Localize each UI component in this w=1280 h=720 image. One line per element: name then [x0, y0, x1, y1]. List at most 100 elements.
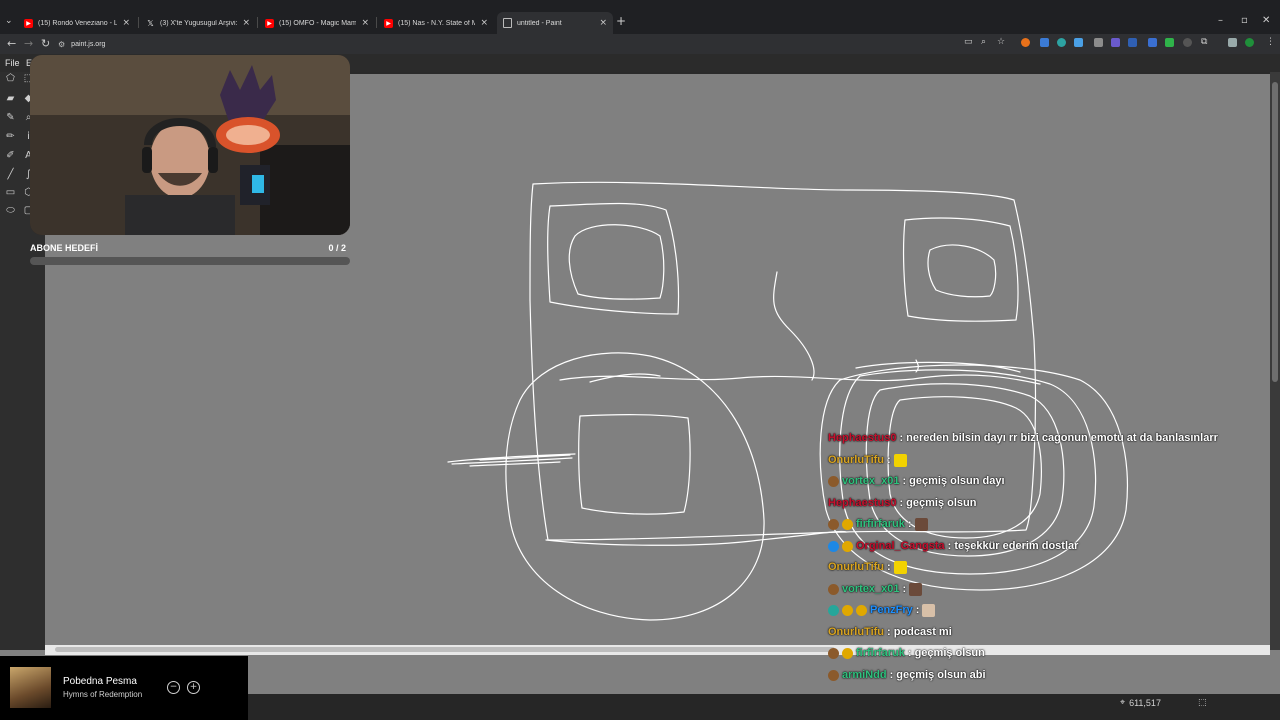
chat-separator: :: [887, 626, 891, 638]
close-tab-icon[interactable]: ×: [242, 18, 250, 28]
tab-search-icon[interactable]: ⌄: [5, 16, 13, 26]
close-tab-icon[interactable]: ×: [480, 18, 488, 28]
chat-username[interactable]: OnurluTifu: [828, 454, 884, 466]
chat-message: Hephaestus0: geçmiş olsun: [828, 493, 976, 513]
browser-tab-bar: ⌄ ▶ (15) Rondò Veneziano - La Sere × 𝕏 (…: [0, 0, 1280, 34]
tab-omfo[interactable]: ▶ (15) OMFO - Magic Mamaliga | ×: [259, 14, 375, 32]
chat-text: podcast mi: [893, 626, 952, 638]
subscriber-goal: ABONE HEDEFİ 0 / 2: [30, 241, 350, 267]
chat-emote-icon: [914, 517, 928, 531]
extension-icon[interactable]: [1040, 38, 1049, 47]
close-tab-icon[interactable]: ×: [599, 18, 607, 28]
zoom-icon[interactable]: ⌕: [981, 37, 986, 47]
sidebar-icon[interactable]: [1228, 38, 1237, 47]
vertical-scroll-thumb[interactable]: [1272, 82, 1278, 382]
minus-icon[interactable]: −: [167, 681, 180, 694]
extension-icon[interactable]: [1165, 38, 1174, 47]
chat-badge-icon: [828, 583, 839, 595]
chat-emote-icon: [893, 560, 907, 574]
chat-badge-icon: [828, 669, 839, 681]
chat-username[interactable]: Hephaestus0: [828, 497, 896, 509]
album-art: [10, 667, 51, 708]
tab-untitled-paint[interactable]: untitled - Paint ×: [497, 12, 613, 34]
extension-icon[interactable]: [1057, 38, 1066, 47]
extension-icon[interactable]: [1111, 38, 1120, 47]
chat-separator: :: [947, 540, 952, 552]
address-bar[interactable]: ⚙ paint.js.org: [58, 36, 958, 52]
back-icon[interactable]: ←: [7, 37, 16, 50]
plus-icon[interactable]: +: [187, 681, 200, 694]
goal-progress-track: [30, 257, 350, 265]
chat-username[interactable]: armiNdd: [842, 669, 887, 681]
chat-emote-icon: [922, 603, 936, 617]
bookmark-star-icon[interactable]: ☆: [997, 37, 1005, 47]
chat-username[interactable]: PenzFry: [870, 604, 913, 616]
webcam-feed: [30, 55, 350, 235]
menu-file[interactable]: File: [5, 58, 20, 68]
goal-count: 0 / 2: [328, 243, 346, 253]
color-picker-icon[interactable]: ✎: [4, 111, 17, 124]
extensions-puzzle-icon[interactable]: ⧉: [1201, 37, 1207, 47]
restore-icon[interactable]: ▫: [1241, 15, 1248, 26]
horizontal-scroll-thumb[interactable]: [55, 647, 835, 652]
tab-nas[interactable]: ▶ (15) Nas - N.Y. State of Mind ( ×: [378, 14, 494, 32]
youtube-icon: ▶: [384, 18, 393, 28]
cursor-coordinates: 611,517: [1129, 698, 1161, 708]
free-select-icon[interactable]: ⬠: [4, 72, 17, 85]
eraser-icon[interactable]: ▰: [4, 92, 17, 105]
chat-badge-icon: [828, 604, 839, 616]
close-window-icon[interactable]: ✕: [1262, 15, 1270, 26]
rectangle-icon[interactable]: ▭: [4, 186, 17, 199]
chat-separator: :: [907, 647, 912, 659]
tab-rondo-veneziano[interactable]: ▶ (15) Rondò Veneziano - La Sere ×: [18, 14, 136, 32]
install-icon[interactable]: ▭: [964, 37, 973, 47]
tab-label: (3) X'te Yugusugul Arşivi: "ooo: [160, 19, 238, 27]
extension-icon[interactable]: [1183, 38, 1192, 47]
goal-label: ABONE HEDEFİ: [30, 243, 99, 253]
horizontal-scrollbar[interactable]: [45, 645, 1270, 655]
chat-username[interactable]: Orginal_Gangsta: [856, 540, 945, 552]
chat-username[interactable]: vortex_x01: [842, 583, 900, 595]
chat-username[interactable]: firfirfaruk: [856, 647, 905, 659]
line-icon[interactable]: ╱: [4, 168, 17, 181]
chat-message: OnurluTifu: podcast mi: [828, 622, 952, 642]
chat-separator: :: [915, 604, 920, 616]
tab-label: (15) Nas - N.Y. State of Mind (: [398, 19, 476, 27]
extension-icon[interactable]: [1021, 38, 1030, 47]
ellipse-icon[interactable]: ⬭: [4, 204, 17, 217]
tab-divider: [138, 17, 139, 28]
chat-username[interactable]: Hephaestus0: [828, 432, 896, 444]
extension-icon[interactable]: [1094, 38, 1103, 47]
chat-separator: :: [889, 669, 894, 681]
chat-message: firfirfaruk:: [828, 514, 928, 534]
extension-icon[interactable]: [1148, 38, 1157, 47]
profile-avatar[interactable]: [1245, 38, 1254, 47]
chat-username[interactable]: OnurluTifu: [828, 626, 884, 638]
chat-username[interactable]: vortex_x01: [842, 475, 900, 487]
cursor-position: ⌖ 611,517: [1120, 698, 1161, 708]
forward-icon[interactable]: →: [24, 37, 33, 50]
browser-menu-icon[interactable]: ⋮: [1266, 37, 1275, 47]
tab-label: untitled - Paint: [517, 19, 562, 27]
youtube-icon: ▶: [265, 18, 274, 28]
site-info-icon[interactable]: ⚙: [58, 40, 65, 49]
close-tab-icon[interactable]: ×: [361, 18, 369, 28]
new-tab-button[interactable]: +: [616, 14, 626, 28]
chat-text: nereden bilsin dayı rr bizi cagonun emot…: [906, 432, 1218, 444]
chat-username[interactable]: OnurluTifu: [828, 561, 884, 573]
chat-badge-icon: [842, 647, 853, 659]
reload-icon[interactable]: ↻: [41, 37, 50, 50]
tab-x-archive[interactable]: 𝕏 (3) X'te Yugusugul Arşivi: "ooo ×: [140, 14, 256, 32]
chat-badge-icon: [842, 604, 853, 616]
vertical-scrollbar[interactable]: [1270, 72, 1280, 650]
chat-separator: :: [887, 561, 891, 573]
extension-icon[interactable]: [1074, 38, 1083, 47]
extension-icon[interactable]: [1128, 38, 1137, 47]
page-icon: [503, 18, 512, 28]
chat-badge-icon: [828, 540, 839, 552]
pencil-icon[interactable]: ✏: [4, 130, 17, 143]
minimize-icon[interactable]: –: [1218, 15, 1223, 26]
chat-username[interactable]: firfirfaruk: [856, 518, 905, 530]
airbrush-icon[interactable]: ✐: [4, 149, 17, 162]
close-tab-icon[interactable]: ×: [122, 18, 130, 28]
